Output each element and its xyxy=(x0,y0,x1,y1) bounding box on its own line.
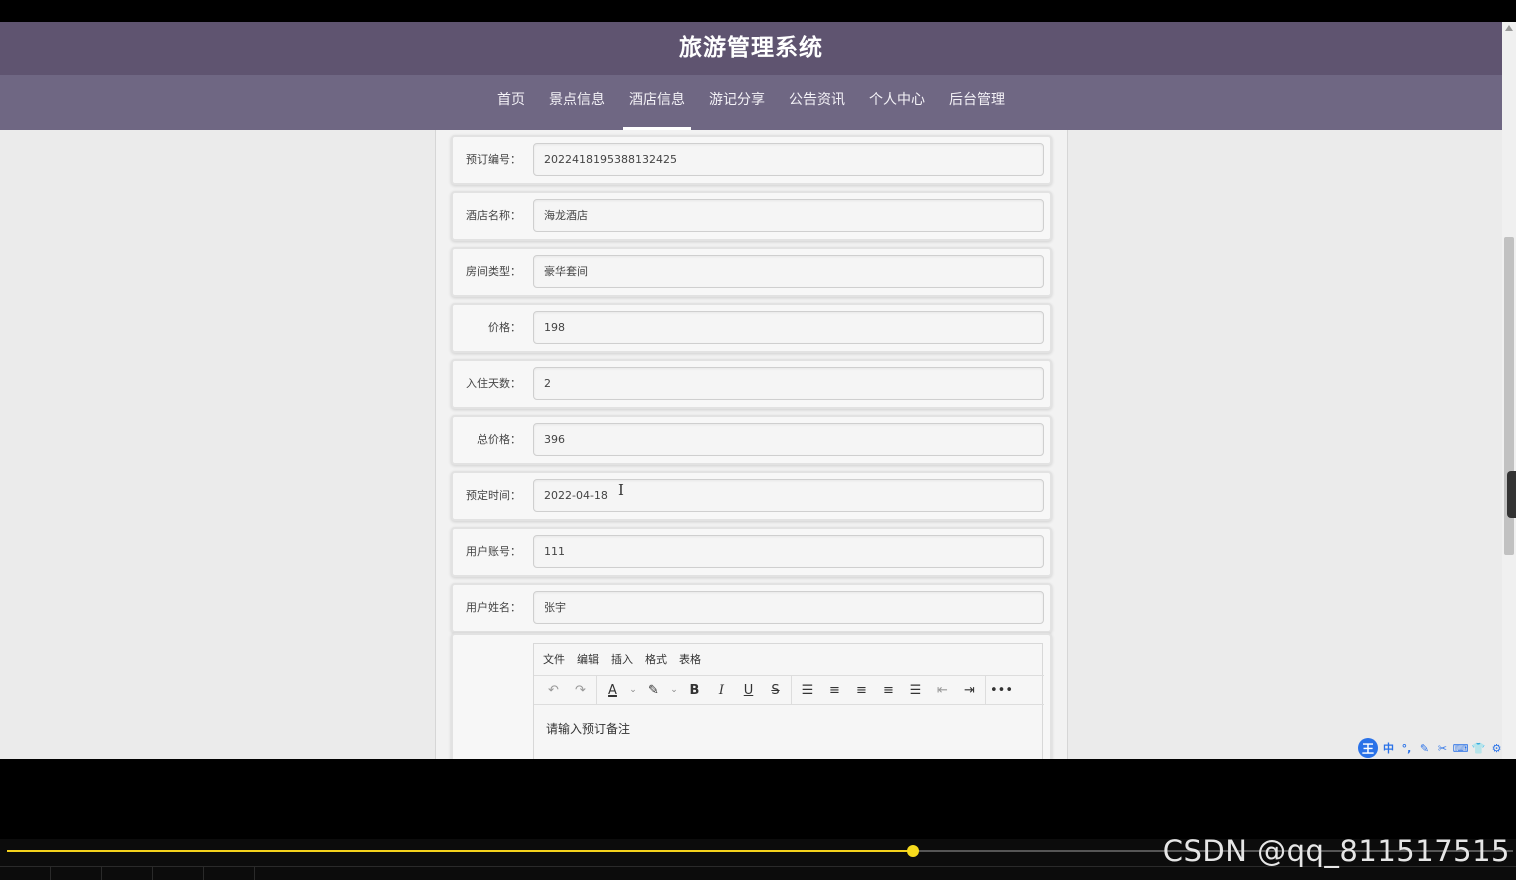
bold-icon[interactable]: B xyxy=(681,678,708,702)
form-row-price: 价格： 198 xyxy=(451,303,1052,353)
hotel-name-label: 酒店名称： xyxy=(466,209,521,222)
ime-toolbar: 王 中 °, ✎ ✂ ⌨ 👕 ⚙ xyxy=(1358,738,1514,758)
nav-item-attractions[interactable]: 景点信息 xyxy=(537,75,617,130)
site-header: 旅游管理系统 xyxy=(0,22,1502,75)
total-price-label: 总价格： xyxy=(477,433,521,446)
price-field[interactable]: 198 xyxy=(533,311,1044,344)
room-type-label: 房间类型： xyxy=(466,265,521,278)
nav-item-personal-center[interactable]: 个人中心 xyxy=(857,75,937,130)
form-row-total-price: 总价格： 396 xyxy=(451,415,1052,465)
indent-icon[interactable]: ⇥ xyxy=(956,678,983,702)
outdent-icon[interactable]: ⇤ xyxy=(929,678,956,702)
form-row-user-name: 用户姓名： 张宇 xyxy=(451,583,1052,633)
user-account-field[interactable]: 111 xyxy=(533,535,1044,568)
align-left-icon[interactable]: ≡ xyxy=(821,678,848,702)
form-row-user-account: 用户账号： 111 xyxy=(451,527,1052,577)
chevron-down-icon[interactable]: ⌄ xyxy=(667,678,681,702)
price-label: 价格： xyxy=(488,321,521,334)
main-nav: 首页 景点信息 酒店信息 游记分享 公告资讯 个人中心 后台管理 xyxy=(0,75,1502,130)
align-justify-icon[interactable]: ☰ xyxy=(902,678,929,702)
player-control[interactable] xyxy=(204,867,255,880)
watermark: CSDN @qq_811517515 xyxy=(1162,834,1510,868)
scissors-icon[interactable]: ✂ xyxy=(1435,740,1450,756)
editor-toolbar: ↶ ↷ A ⌄ ✎ ⌄ B I U S ☰ ≡ ≡ ≡ ☰ ⇤ ⇥ ••• xyxy=(534,675,1044,705)
undo-icon[interactable]: ↶ xyxy=(540,678,567,702)
form-row-room-type: 房间类型： 豪华套间 xyxy=(451,247,1052,297)
player-control[interactable] xyxy=(102,867,153,880)
strikethrough-icon[interactable]: S xyxy=(762,678,789,702)
form-row-stay-days: 入住天数： 2 xyxy=(451,359,1052,409)
stay-days-field[interactable]: 2 xyxy=(533,367,1044,400)
nav-item-announcements[interactable]: 公告资讯 xyxy=(777,75,857,130)
form-row-hotel-name: 酒店名称： 海龙酒店 xyxy=(451,191,1052,241)
more-icon[interactable]: ••• xyxy=(988,678,1015,702)
hotel-name-field[interactable]: 海龙酒店 xyxy=(533,199,1044,232)
keyboard-icon[interactable]: ⌨ xyxy=(1453,740,1469,756)
stay-days-label: 入住天数： xyxy=(466,377,521,390)
ime-mode-indicator[interactable]: 中 xyxy=(1381,740,1396,756)
player-control[interactable] xyxy=(51,867,102,880)
editor-menubar: 文件 编辑 插入 格式 表格 xyxy=(534,644,1044,674)
side-handle[interactable] xyxy=(1507,471,1516,518)
underline-icon[interactable]: U xyxy=(735,678,762,702)
ime-logo-icon[interactable]: 王 xyxy=(1358,738,1378,758)
form-row-booking-date: 预定时间： 2022-04-18 xyxy=(451,471,1052,521)
user-account-label: 用户账号： xyxy=(466,545,521,558)
booking-form: 预订编号： 2022418195388132425 酒店名称： 海龙酒店 房间类… xyxy=(435,130,1068,759)
total-price-field[interactable]: 396 xyxy=(533,423,1044,456)
editor-placeholder[interactable]: 请输入预订备注 xyxy=(546,720,630,737)
progress-knob[interactable] xyxy=(907,845,919,857)
punctuation-icon[interactable]: °, xyxy=(1399,740,1414,756)
progress-played[interactable] xyxy=(7,850,913,852)
chevron-down-icon[interactable]: ⌄ xyxy=(626,678,640,702)
room-type-field[interactable]: 豪华套间 xyxy=(533,255,1044,288)
user-name-field[interactable]: 张宇 xyxy=(533,591,1044,624)
user-name-label: 用户姓名： xyxy=(466,601,521,614)
player-control[interactable] xyxy=(0,867,51,880)
text-cursor-icon: I xyxy=(618,481,624,499)
booking-date-field[interactable]: 2022-04-18 xyxy=(533,479,1044,512)
booking-date-label: 预定时间： xyxy=(466,489,521,502)
browser-viewport: 旅游管理系统 首页 景点信息 酒店信息 游记分享 公告资讯 个人中心 后台管理 … xyxy=(0,22,1516,759)
editor-menu-insert[interactable]: 插入 xyxy=(611,651,633,667)
align-right-icon[interactable]: ≡ xyxy=(875,678,902,702)
shirt-icon[interactable]: 👕 xyxy=(1471,740,1486,756)
screen: 旅游管理系统 首页 景点信息 酒店信息 游记分享 公告资讯 个人中心 后台管理 … xyxy=(0,0,1516,880)
player-control[interactable] xyxy=(153,867,204,880)
editor-menu-edit[interactable]: 编辑 xyxy=(577,651,599,667)
scroll-up-icon[interactable] xyxy=(1505,25,1513,31)
nav-item-admin[interactable]: 后台管理 xyxy=(937,75,1017,130)
form-row-booking-number: 预订编号： 2022418195388132425 xyxy=(451,135,1052,185)
editor-menu-format[interactable]: 格式 xyxy=(645,651,667,667)
editor-menu-file[interactable]: 文件 xyxy=(543,651,565,667)
gear-icon[interactable]: ⚙ xyxy=(1489,740,1504,756)
booking-number-field[interactable]: 2022418195388132425 xyxy=(533,143,1044,176)
align-center-icon[interactable]: ≡ xyxy=(848,678,875,702)
form-row-notes: 文件 编辑 插入 格式 表格 ↶ ↷ A ⌄ ✎ ⌄ B I U S ☰ ≡ ≡… xyxy=(451,633,1052,759)
booking-number-label: 预订编号： xyxy=(466,153,521,166)
line-height-icon[interactable]: ☰ xyxy=(794,678,821,702)
nav-item-home[interactable]: 首页 xyxy=(485,75,537,130)
redo-icon[interactable]: ↷ xyxy=(567,678,594,702)
editor-menu-table[interactable]: 表格 xyxy=(679,651,701,667)
italic-icon[interactable]: I xyxy=(708,678,735,702)
site-title: 旅游管理系统 xyxy=(679,35,823,61)
text-color-icon[interactable]: A xyxy=(599,678,626,702)
pen-icon[interactable]: ✎ xyxy=(1417,740,1432,756)
nav-item-hotels[interactable]: 酒店信息 xyxy=(617,75,697,130)
nav-item-travelogues[interactable]: 游记分享 xyxy=(697,75,777,130)
player-controls xyxy=(0,866,1516,880)
rich-text-editor[interactable]: 文件 编辑 插入 格式 表格 ↶ ↷ A ⌄ ✎ ⌄ B I U S ☰ ≡ ≡… xyxy=(533,643,1044,759)
highlight-icon[interactable]: ✎ xyxy=(640,678,667,702)
